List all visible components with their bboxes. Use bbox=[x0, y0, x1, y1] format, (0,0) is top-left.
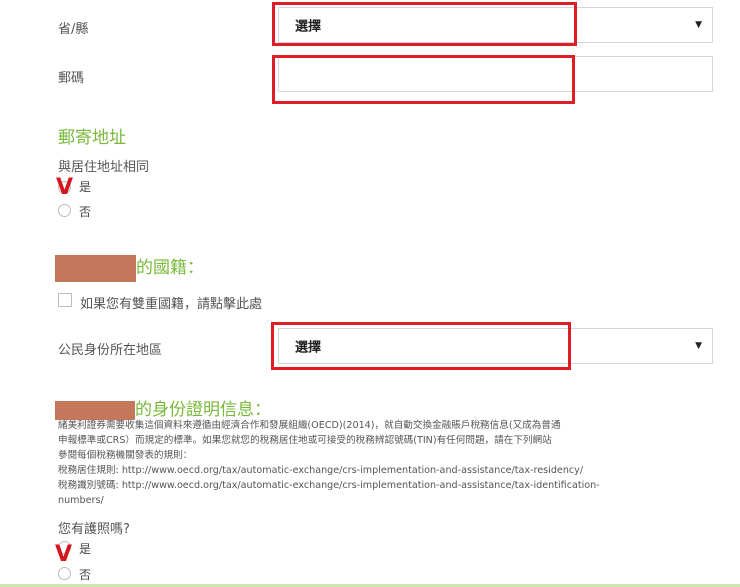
caret-down-icon: ▼ bbox=[695, 20, 702, 30]
radio-mailing-no-label: 否 bbox=[79, 205, 92, 219]
citizen-region-label: 公民身份所在地區 bbox=[58, 343, 163, 358]
radio-passport-no-label: 否 bbox=[79, 568, 92, 582]
crs-line: numbers/ bbox=[58, 495, 104, 506]
highlight-box-province bbox=[272, 2, 577, 46]
crs-line: 稅務居住規則: http://www.oecd.org/tax/automati… bbox=[58, 465, 584, 476]
radio-passport-no[interactable] bbox=[58, 567, 71, 580]
crs-line: 參閱每個稅務機關發表的規則： bbox=[58, 450, 193, 461]
highlight-box-citizen-region bbox=[271, 322, 571, 370]
red-checkmark-annotation: V bbox=[55, 542, 73, 567]
same-as-residential-label: 與居住地址相同 bbox=[58, 160, 150, 175]
passport-question: 您有護照嗎? bbox=[58, 522, 130, 537]
crs-explanation: 緒美利證券需要收集這個資料來遵循由經濟合作和發展組織(OECD)(2014)，就… bbox=[58, 418, 658, 508]
crs-line: 申報標準或CRS）而規定的標準。如果您就您的稅務居住地或可接受的稅務辨認號碼(T… bbox=[58, 435, 552, 446]
crs-line: 緒美利證券需要收集這個資料來遵循由經濟合作和發展組織(OECD)(2014)，就… bbox=[58, 420, 561, 431]
red-checkmark-annotation: V bbox=[56, 175, 74, 200]
identity-heading: 的身份證明信息： bbox=[55, 395, 271, 420]
dual-nationality-label: 如果您有雙重國籍，請點擊此處 bbox=[80, 297, 263, 312]
nationality-heading-text: 的國籍： bbox=[136, 258, 204, 278]
nationality-heading: 的國籍： bbox=[55, 253, 204, 282]
postal-code-label: 郵碼 bbox=[58, 71, 85, 86]
mailing-address-heading: 郵寄地址 bbox=[58, 128, 126, 148]
crs-line: 稅務識別號碼: http://www.oecd.org/tax/automati… bbox=[58, 480, 600, 491]
radio-mailing-no[interactable] bbox=[58, 204, 71, 217]
redacted-name bbox=[55, 254, 136, 282]
highlight-box-postal bbox=[272, 55, 575, 104]
radio-mailing-yes-label: 是 bbox=[79, 180, 92, 194]
identity-heading-text: 的身份證明信息： bbox=[135, 400, 271, 420]
radio-passport-yes-label: 是 bbox=[79, 542, 92, 556]
caret-down-icon: ▼ bbox=[695, 341, 702, 351]
redacted-name bbox=[55, 400, 135, 420]
province-label: 省/縣 bbox=[58, 22, 89, 37]
dual-nationality-checkbox[interactable] bbox=[58, 293, 72, 307]
